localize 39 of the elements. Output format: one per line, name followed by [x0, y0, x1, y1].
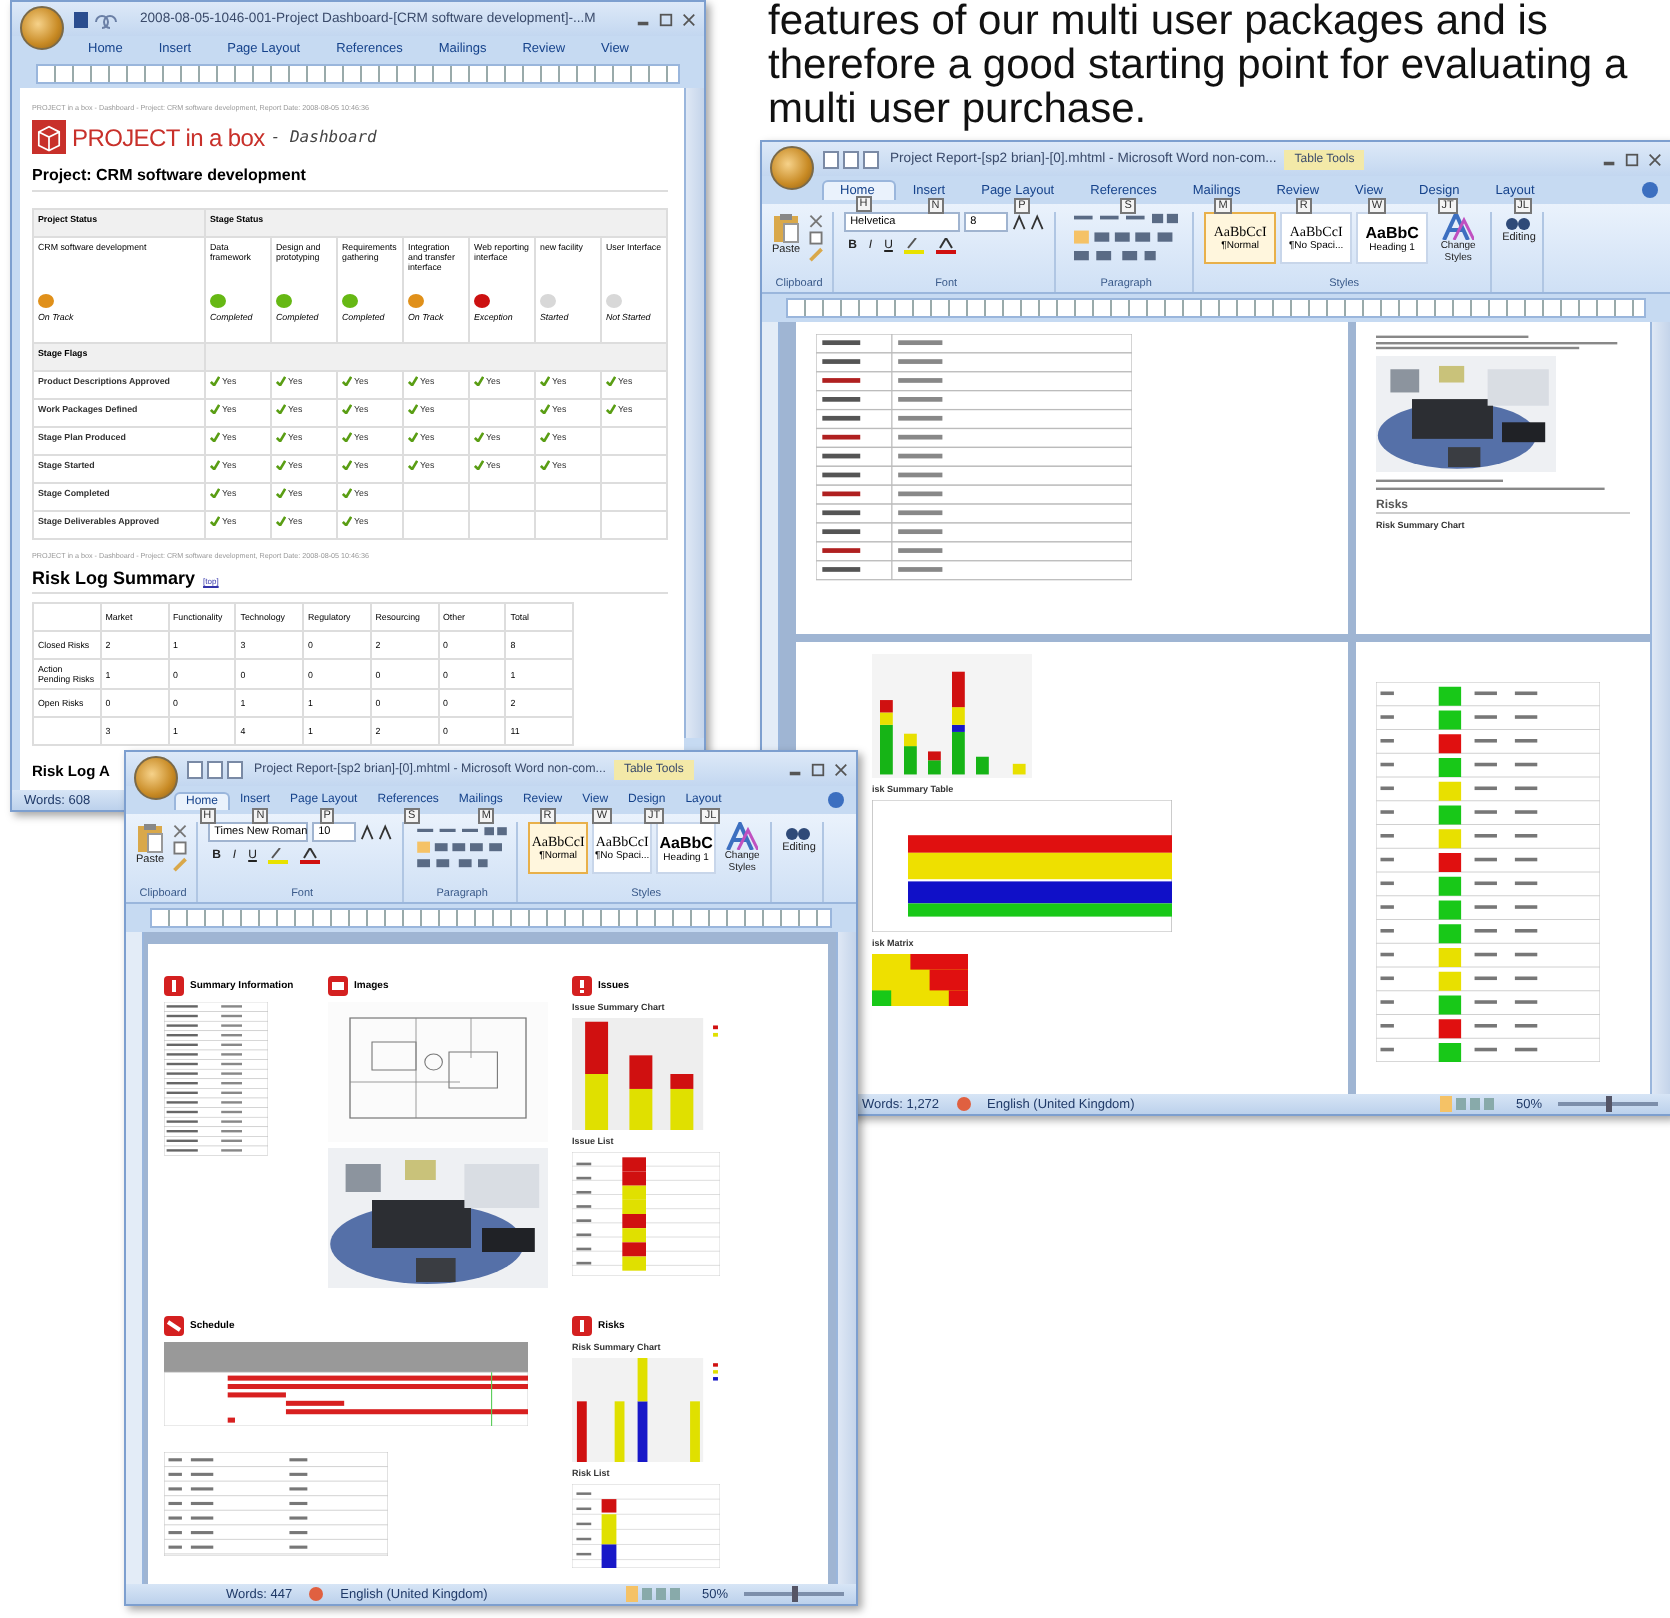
- font-grow-icon[interactable]: [360, 824, 397, 840]
- font-grow-icon[interactable]: [1012, 214, 1049, 230]
- help-icon[interactable]: [1642, 182, 1658, 198]
- window-controls-icon[interactable]: [1602, 151, 1662, 167]
- project-heading: Project: CRM software development: [32, 166, 668, 192]
- zoom-slider-thumb[interactable]: [1606, 1096, 1612, 1112]
- risk-matrix-drawing: [872, 954, 968, 1006]
- clipboard-icon: [136, 822, 165, 854]
- scrollbar[interactable]: [1650, 322, 1670, 1094]
- logo-subtitle: - Dashboard: [270, 128, 377, 146]
- section-icon: [328, 976, 348, 996]
- proofing-icon[interactable]: [955, 1096, 972, 1112]
- binoculars-icon: [786, 822, 811, 842]
- letter-a-icon: [1442, 212, 1475, 240]
- help-icon[interactable]: [828, 792, 844, 808]
- binoculars-icon: [1506, 212, 1531, 232]
- quick-access-icon[interactable]: [186, 759, 246, 779]
- window-controls-icon[interactable]: [788, 761, 848, 777]
- section-icon: [572, 976, 592, 996]
- section-icon: [164, 1316, 184, 1336]
- scrollbar[interactable]: [684, 88, 704, 738]
- cut-copy-icon[interactable]: [170, 822, 191, 874]
- window-controls-icon[interactable]: [636, 11, 696, 27]
- section-icon: [164, 976, 184, 996]
- letter-a-icon: [726, 822, 759, 850]
- cut-copy-icon[interactable]: [806, 212, 827, 264]
- box-logo-icon: [32, 120, 66, 154]
- logo-text: PROJECT in a box: [72, 123, 265, 151]
- intro-paragraph: features of our multi user packages and is therefore a good starting point for evaluating a multi user purchase.: [768, 0, 1630, 132]
- section-heading: Risk Log Summary: [32, 568, 196, 588]
- section-icon: [572, 1316, 592, 1336]
- zoom-slider-thumb[interactable]: [792, 1586, 798, 1602]
- quick-access-icon[interactable]: [822, 149, 882, 169]
- clipboard-icon: [772, 212, 801, 244]
- proofing-icon[interactable]: [308, 1586, 325, 1602]
- office-button[interactable]: [20, 5, 64, 49]
- office-button[interactable]: [770, 145, 814, 189]
- scrollbar[interactable]: [836, 932, 856, 1584]
- office-button[interactable]: [134, 755, 178, 799]
